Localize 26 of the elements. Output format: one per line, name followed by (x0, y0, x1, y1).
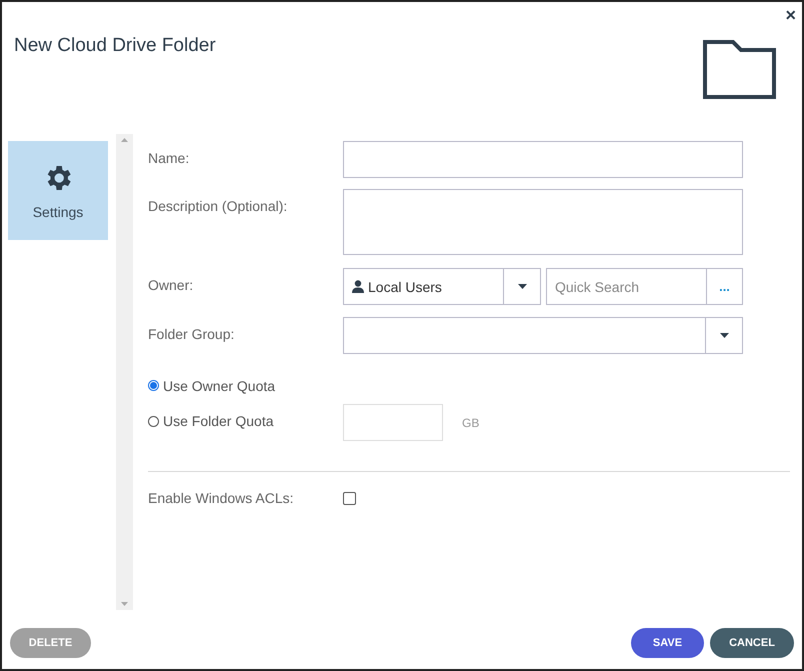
radio-option[interactable]: Use Owner Quota (148, 378, 276, 394)
owner-dropdown[interactable]: Local Users (343, 268, 541, 305)
scroll-up-icon[interactable] (121, 138, 128, 142)
quick-search-field[interactable]: Quick Search ... (546, 268, 743, 305)
close-button[interactable]: × (785, 5, 796, 25)
scrollbar[interactable] (116, 134, 133, 610)
sidebar-item[interactable]: Settings (8, 141, 108, 240)
field-label: Owner: (148, 276, 194, 293)
caret-icon (518, 284, 526, 289)
cancel-button[interactable]: CANCEL (710, 628, 794, 658)
caret-icon (720, 333, 728, 338)
unit-label: GB (462, 416, 480, 430)
checkbox[interactable] (343, 492, 356, 505)
radio-option[interactable]: Use Folder Quota (148, 413, 274, 430)
dialog-title: New Cloud Drive Folder (14, 34, 216, 58)
field-label: Enable Windows ACLs: (148, 490, 295, 506)
field-label: Description (Optional): (148, 197, 288, 214)
scroll-down-icon[interactable] (121, 602, 128, 606)
person-icon (352, 280, 364, 293)
description-field[interactable] (343, 189, 743, 255)
save-button[interactable]: SAVE (631, 628, 704, 658)
field-label: Folder Group: (148, 325, 236, 342)
folder-group-dropdown[interactable] (343, 317, 743, 354)
folder-icon (703, 40, 776, 100)
field-label: Name: (148, 149, 190, 166)
name-field[interactable] (343, 141, 743, 178)
